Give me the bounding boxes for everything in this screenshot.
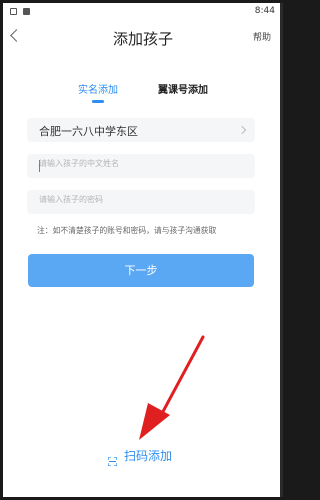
name-field-container: [27, 154, 255, 178]
help-link[interactable]: 帮助: [253, 30, 271, 43]
status-bar: 8:44: [3, 3, 283, 21]
nav-bar: 添加孩子 帮助: [3, 21, 283, 57]
child-name-input[interactable]: [39, 159, 239, 168]
notification-icon: [10, 8, 17, 15]
active-tab-indicator: [92, 100, 104, 103]
child-password-input[interactable]: [39, 195, 239, 204]
scan-icon: [107, 451, 118, 467]
tab-account-add[interactable]: 翼课号添加: [158, 81, 208, 96]
chevron-right-icon: [237, 125, 247, 135]
status-time: 8:44: [254, 6, 275, 16]
red-arrow-annotation: [139, 335, 205, 440]
scan-add-label: 扫码添加: [124, 448, 173, 463]
screen-edge: [280, 3, 283, 497]
page-title: 添加孩子: [112, 30, 173, 48]
hint-note: 注：如不清楚孩子的账号和密码，请与孩子沟通获取: [37, 226, 217, 235]
school-name: 合肥一六八中学东区: [39, 125, 138, 138]
next-step-button[interactable]: 下一步: [28, 254, 254, 287]
app-notification-icon: [23, 8, 30, 15]
school-selector[interactable]: 合肥一六八中学东区: [27, 118, 255, 142]
tab-realname-add[interactable]: 实名添加: [78, 81, 118, 96]
app-screen: 8:44 添加孩子 帮助 实名添加 翼课号添加 合肥一六八中学东区 注：如不清楚…: [3, 3, 283, 497]
scan-add-link[interactable]: 扫码添加: [107, 447, 173, 467]
password-field-container: [27, 190, 255, 214]
